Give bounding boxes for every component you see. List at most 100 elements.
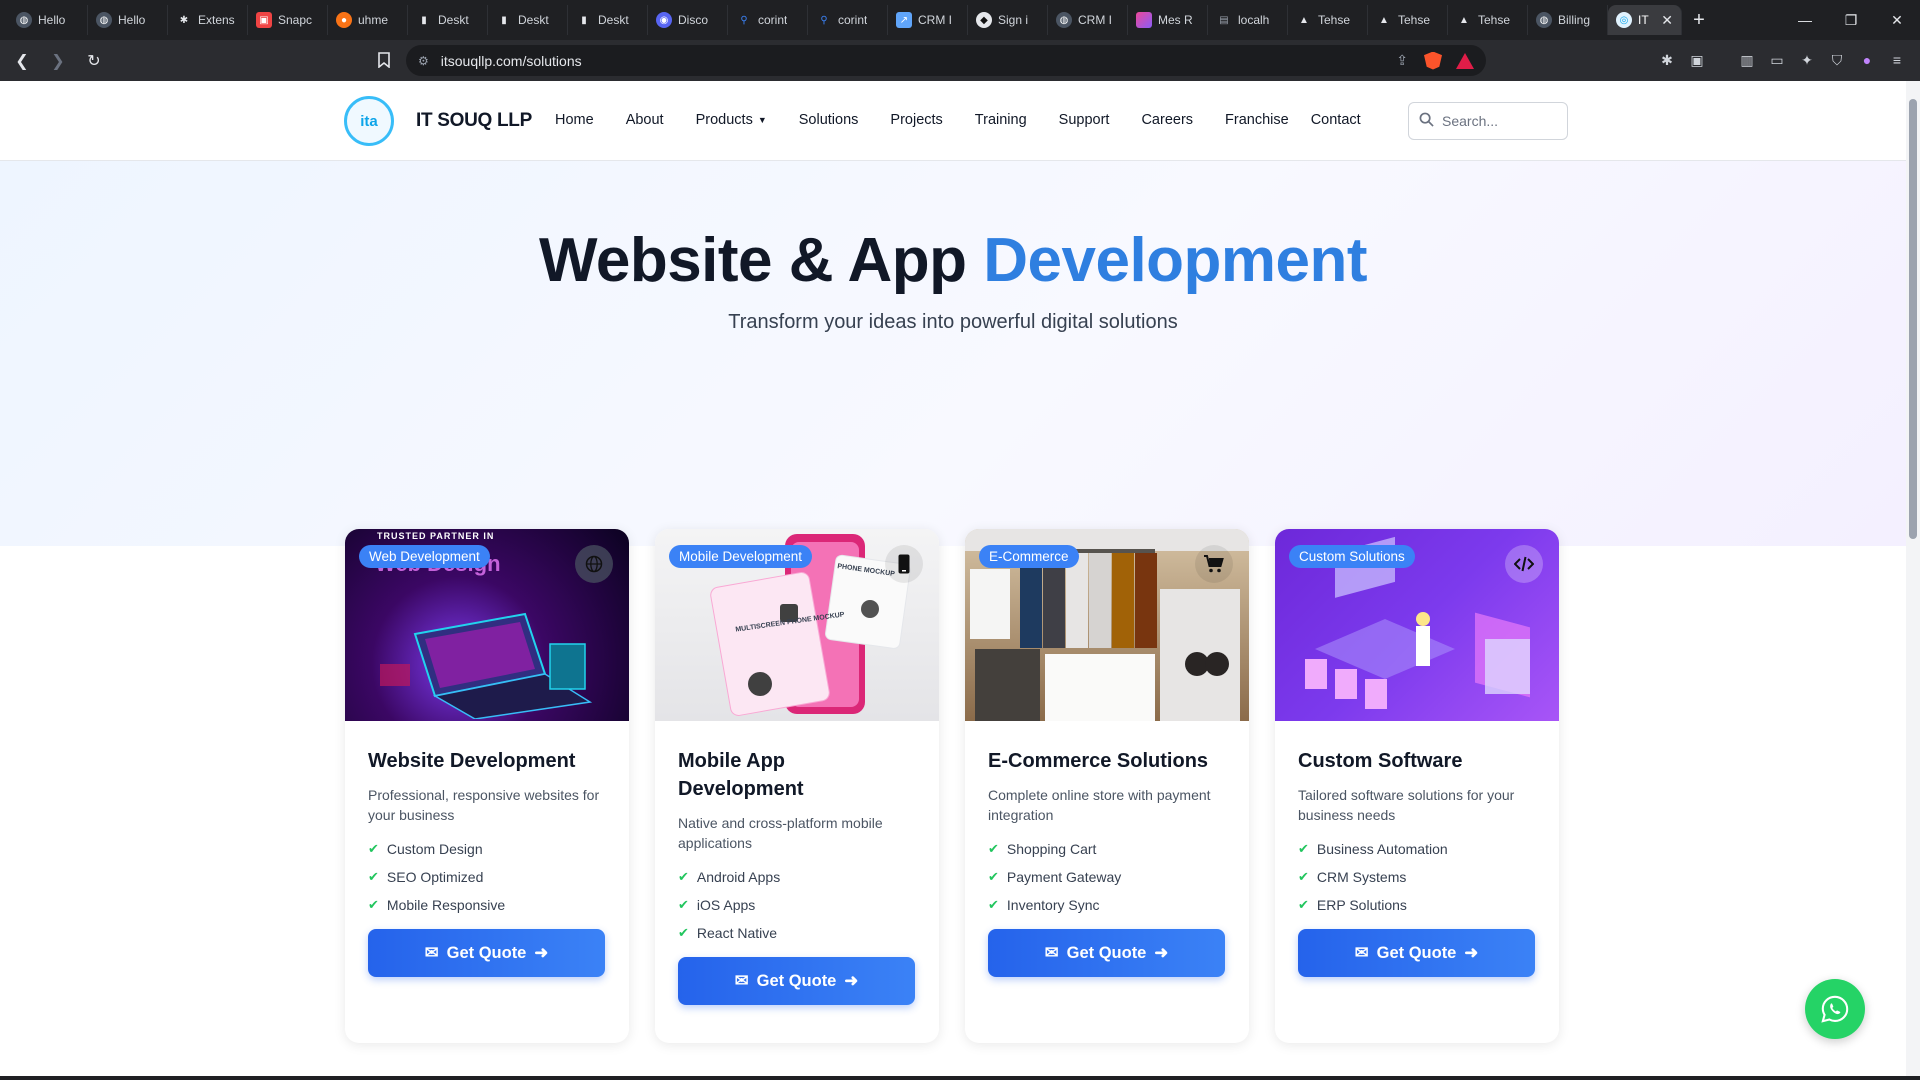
nav-projects[interactable]: Projects: [890, 112, 942, 128]
back-icon[interactable]: ❮: [8, 47, 36, 75]
browser-tab[interactable]: ● uhme: [328, 5, 408, 35]
browser-tab[interactable]: ⚲ corint: [728, 5, 808, 35]
check-icon: ✔: [678, 869, 689, 884]
solution-card-mobile: MULTISCREEN PHONE MOCKUP PHONE MOCKUP Mo…: [655, 529, 939, 1043]
bookmark-icon[interactable]: [370, 46, 398, 74]
search-box[interactable]: [1408, 102, 1568, 140]
brave-shields-icon[interactable]: [1424, 51, 1442, 70]
feature-item: ✔ Android Apps: [678, 869, 781, 885]
feature-list: ✔ Android Apps ✔ iOS Apps ✔ React Native: [678, 867, 916, 943]
solution-card-custom: Custom Solutions Custom Software Tailore…: [1275, 529, 1559, 1043]
card-title: Custom Software: [1298, 750, 1463, 772]
feature-item: ✔ Inventory Sync: [988, 897, 1100, 913]
hero-section: Website & App Development Transform your…: [0, 161, 1906, 546]
profile-icon[interactable]: ●: [1856, 46, 1878, 74]
browser-tab[interactable]: ◍ CRM I: [1048, 5, 1128, 35]
card-badge: Web Development: [359, 545, 490, 568]
brave-rewards-icon[interactable]: [1456, 52, 1474, 69]
nav-training[interactable]: Training: [975, 112, 1027, 128]
browser-tab-active[interactable]: ◎ IT ✕: [1608, 5, 1682, 35]
forward-icon[interactable]: ❯: [44, 47, 72, 75]
check-icon: ✔: [1298, 897, 1309, 912]
get-quote-button[interactable]: ✉ Get Quote ➜: [678, 957, 915, 1005]
nav-franchise[interactable]: Franchise: [1225, 112, 1289, 128]
new-tab-button[interactable]: +: [1682, 9, 1716, 32]
window-controls: — ❐ ✕: [1782, 0, 1920, 40]
nav-about[interactable]: About: [626, 112, 664, 128]
browser-tab[interactable]: ▮ Deskt: [488, 5, 568, 35]
url-text[interactable]: itsouqllp.com/solutions: [441, 53, 582, 69]
nav-solutions[interactable]: Solutions: [799, 112, 859, 128]
browser-tab[interactable]: ◍ Hello: [8, 5, 88, 35]
search-input[interactable]: [1442, 113, 1552, 129]
sidebar-icon[interactable]: ▥: [1736, 46, 1758, 74]
browser-tab[interactable]: ▮ Deskt: [408, 5, 488, 35]
browser-tab[interactable]: ◆ Sign i: [968, 5, 1048, 35]
vpn-icon[interactable]: ⛉: [1826, 46, 1848, 74]
site-info-icon[interactable]: ⚙: [418, 54, 429, 68]
arrow-right-icon: ➜: [844, 972, 859, 990]
feature-item: ✔ Shopping Cart: [988, 841, 1097, 857]
site-logo[interactable]: ita: [344, 96, 394, 146]
get-quote-button[interactable]: ✉ Get Quote ➜: [988, 929, 1225, 977]
nav-home[interactable]: Home: [555, 112, 594, 128]
browser-tab[interactable]: ▤ localh: [1208, 5, 1288, 35]
triangle-icon: ▲: [1379, 14, 1389, 26]
browser-tab[interactable]: ⚲ corint: [808, 5, 888, 35]
code-icon: [1505, 545, 1543, 583]
nav-contact[interactable]: Contact: [1311, 112, 1361, 128]
scrollbar-thumb[interactable]: [1909, 99, 1917, 539]
reload-icon[interactable]: ↻: [80, 47, 108, 75]
globe-icon: ◍: [96, 12, 112, 28]
extensions-bar: ✱ ▣ ▥ ▭ ✦ ⛉ ● ≡: [1656, 46, 1908, 74]
solution-card-ecommerce: E-Commerce E-Commerce Solutions Complete…: [965, 529, 1249, 1043]
page-scrollbar[interactable]: [1906, 81, 1920, 1080]
browser-tab[interactable]: ◉ Disco: [648, 5, 728, 35]
mobile-icon: [885, 545, 923, 583]
leo-ai-icon[interactable]: ✦: [1796, 46, 1818, 74]
card-body: Mobile App Development Native and cross-…: [655, 721, 939, 1005]
browser-tab[interactable]: ↗ CRM I: [888, 5, 968, 35]
envelope-icon: ✉: [1354, 944, 1369, 962]
app-icon: [1136, 12, 1152, 28]
wallet-icon[interactable]: ▭: [1766, 46, 1788, 74]
envelope-icon: ✉: [424, 944, 439, 962]
page-viewport: ita IT SOUQ LLP Home About Products ▼ Sol…: [0, 81, 1906, 1080]
whatsapp-button[interactable]: [1805, 979, 1865, 1039]
feature-item: ✔ Business Automation: [1298, 841, 1448, 857]
menu-icon[interactable]: ≡: [1886, 46, 1908, 74]
card-body: E-Commerce Solutions Complete online sto…: [965, 721, 1249, 977]
screenshot-icon[interactable]: ▣: [1686, 46, 1708, 74]
browser-tab[interactable]: ◍ Billing: [1528, 5, 1608, 35]
card-body: Custom Software Tailored software soluti…: [1275, 721, 1559, 977]
github-icon: ◆: [976, 12, 992, 28]
browser-tab[interactable]: ▮ Deskt: [568, 5, 648, 35]
nav-careers[interactable]: Careers: [1141, 112, 1193, 128]
site-favicon-icon: ◎: [1616, 12, 1632, 28]
minimize-icon[interactable]: —: [1782, 0, 1828, 40]
card-badge: E-Commerce: [979, 545, 1079, 568]
nav-support[interactable]: Support: [1059, 112, 1110, 128]
bars-icon: ▮: [501, 14, 507, 26]
browser-tab[interactable]: ▣ Snapc: [248, 5, 328, 35]
browser-tab[interactable]: ✱ Extens: [168, 5, 248, 35]
browser-tab[interactable]: ◍ Hello: [88, 5, 168, 35]
card-title: Website Development: [368, 750, 576, 772]
restore-icon[interactable]: ❐: [1828, 0, 1874, 40]
check-icon: ✔: [988, 869, 999, 884]
address-bar[interactable]: ⚙ itsouqllp.com/solutions ⇪: [406, 45, 1486, 76]
browser-tab[interactable]: ▲ Tehse: [1448, 5, 1528, 35]
arrow-right-icon: ➜: [1154, 944, 1169, 962]
extensions-icon[interactable]: ✱: [1656, 46, 1678, 74]
share-icon[interactable]: ⇪: [1396, 52, 1408, 69]
nav-products[interactable]: Products ▼: [696, 112, 767, 128]
brand-name[interactable]: IT SOUQ LLP: [416, 110, 532, 132]
browser-tab[interactable]: Mes R: [1128, 5, 1208, 35]
browser-tab[interactable]: ▲ Tehse: [1288, 5, 1368, 35]
get-quote-button[interactable]: ✉ Get Quote ➜: [368, 929, 605, 977]
get-quote-button[interactable]: ✉ Get Quote ➜: [1298, 929, 1535, 977]
close-window-icon[interactable]: ✕: [1874, 0, 1920, 40]
close-tab-icon[interactable]: ✕: [1661, 12, 1673, 29]
window-bottom-edge: [0, 1076, 1920, 1080]
browser-tab[interactable]: ▲ Tehse: [1368, 5, 1448, 35]
